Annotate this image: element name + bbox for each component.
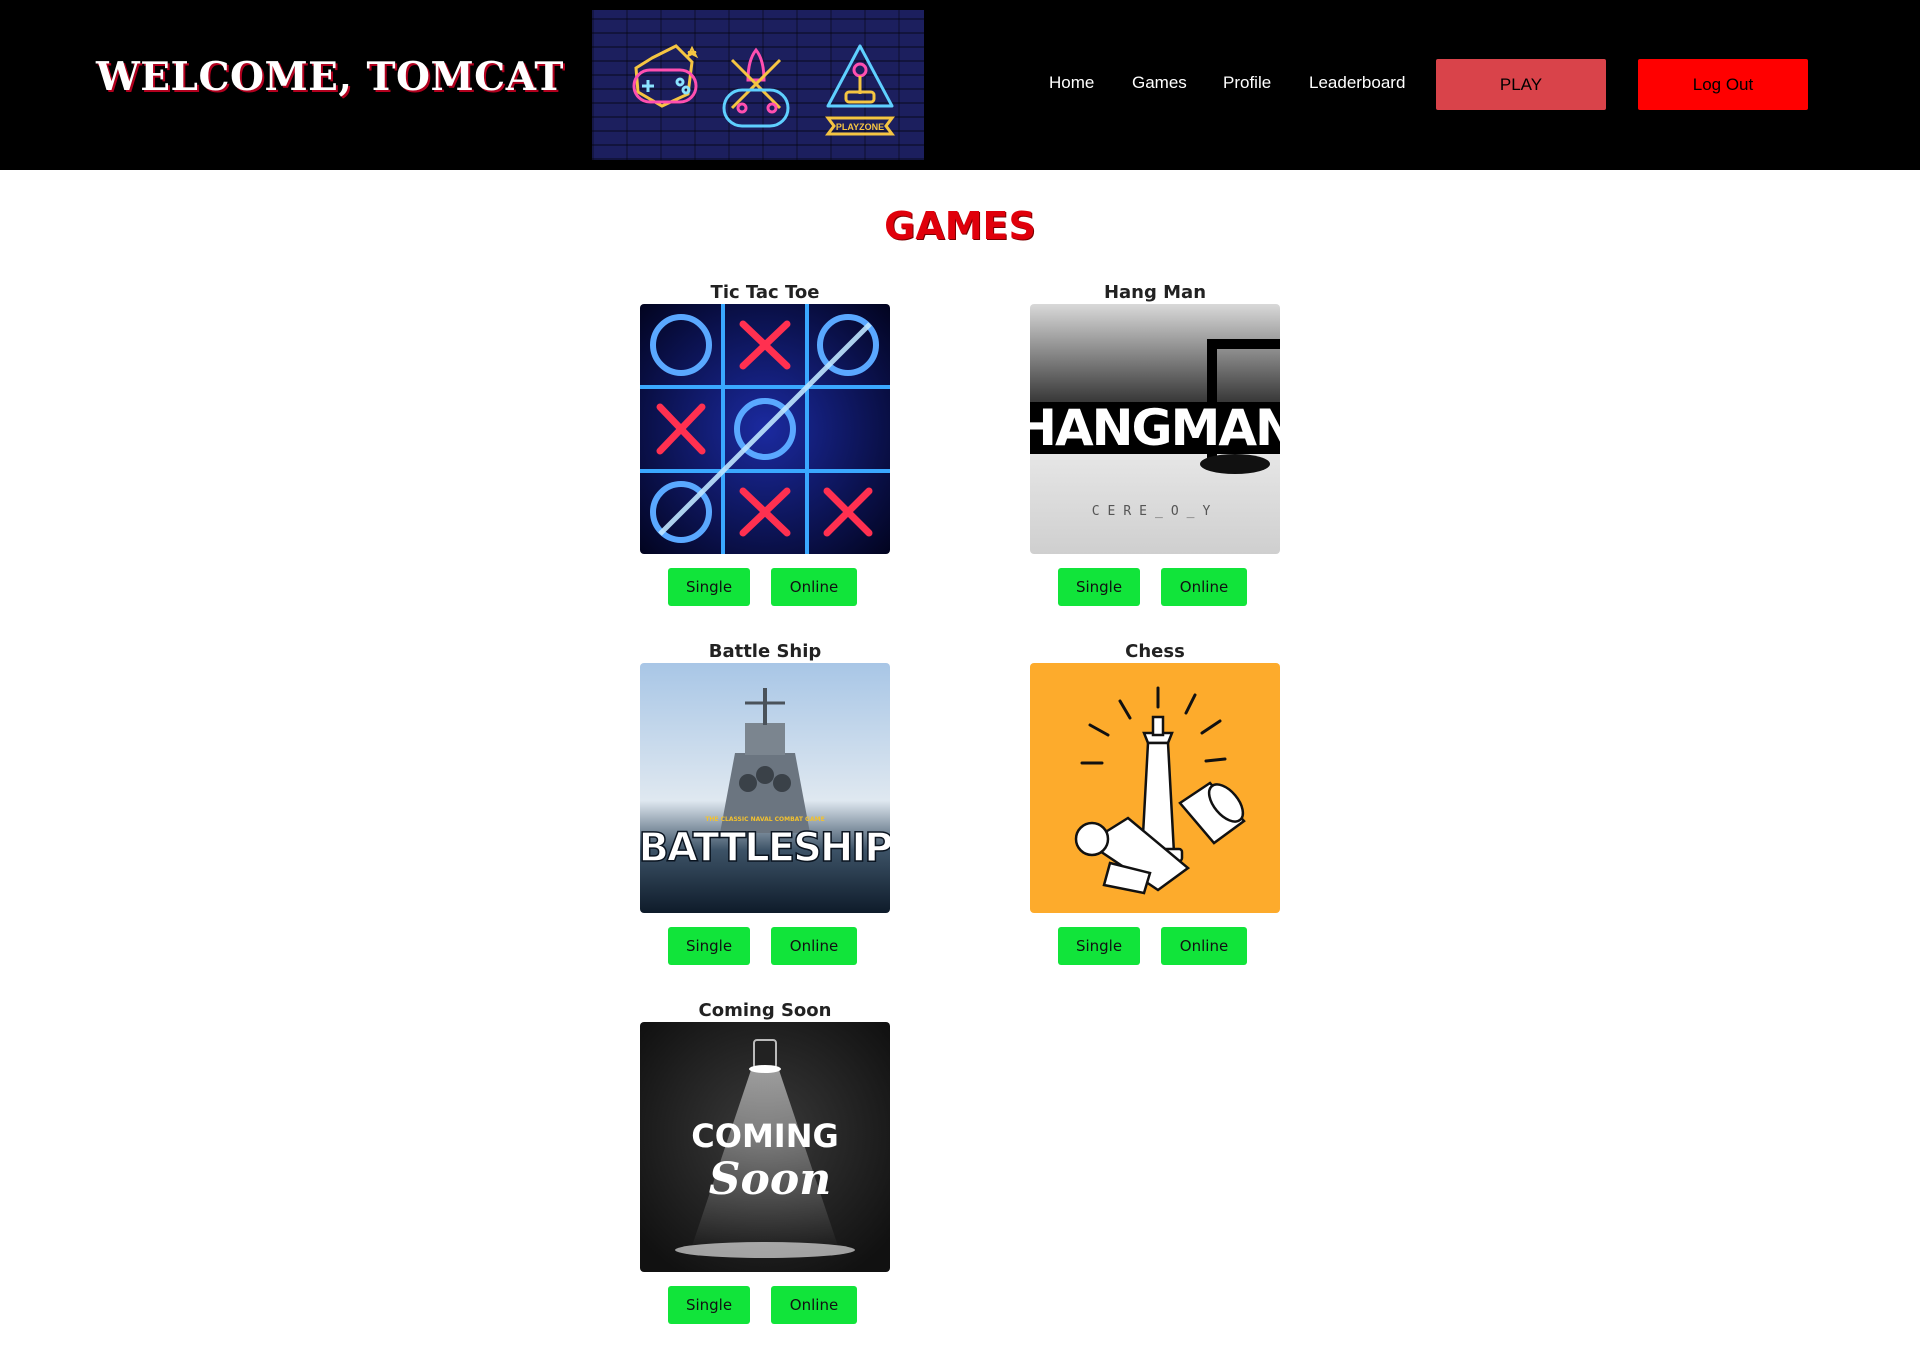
single-button[interactable]: Single [668,927,750,965]
game-title: Hang Man [1103,282,1207,303]
game-title: Coming Soon [698,1000,832,1021]
game-title: Chess [1125,641,1185,662]
single-button[interactable]: Single [668,568,750,606]
chess-image[interactable] [1030,663,1280,913]
online-button[interactable]: Online [771,1286,857,1324]
nav-profile[interactable]: Profile [1223,73,1271,93]
battleship-image[interactable]: THE CLASSIC NAVAL COMBAT GAME BATTLESHIP [640,663,890,913]
battleship-image-text: BATTLESHIP [640,825,890,871]
coming-text: COMING [691,1117,838,1155]
online-button[interactable]: Online [771,927,857,965]
banner-label: PLAYZONE [836,122,884,132]
coming-soon-image[interactable]: COMING Soon [640,1022,890,1272]
joystick-neon-icon [825,44,895,136]
game-title: Tic Tac Toe [710,282,820,303]
playzone-banner-image: PLAYZONE [592,10,924,160]
top-header: WELCOME, TOMCAT PLAYZONE Home Games Prof… [0,0,1920,170]
welcome-heading: WELCOME, TOMCAT [96,54,564,100]
page-title: GAMES [884,204,1036,248]
single-button[interactable]: Single [668,1286,750,1324]
hangman-image-text: HANGMAN [1030,399,1280,457]
rocket-controller-neon-icon [722,47,790,128]
nav-home[interactable]: Home [1049,73,1094,93]
single-button[interactable]: Single [1058,568,1140,606]
logout-button[interactable]: Log Out [1638,59,1808,110]
tic-tac-toe-image[interactable] [640,304,890,554]
hangman-puzzle-text: CERE_O_Y [1092,504,1219,519]
play-button[interactable]: PLAY [1436,59,1606,110]
battleship-tagline: THE CLASSIC NAVAL COMBAT GAME [705,816,824,823]
online-button[interactable]: Online [1161,927,1247,965]
game-title: Battle Ship [708,641,822,662]
single-button[interactable]: Single [1058,927,1140,965]
nav-leaderboard[interactable]: Leaderboard [1309,73,1405,93]
nav-games[interactable]: Games [1132,73,1187,93]
online-button[interactable]: Online [771,568,857,606]
gamepad-neon-icon [632,44,699,108]
hangman-image[interactable]: HANGMAN CERE_O_Y [1030,304,1280,554]
online-button[interactable]: Online [1161,568,1247,606]
soon-text: Soon [709,1154,831,1205]
